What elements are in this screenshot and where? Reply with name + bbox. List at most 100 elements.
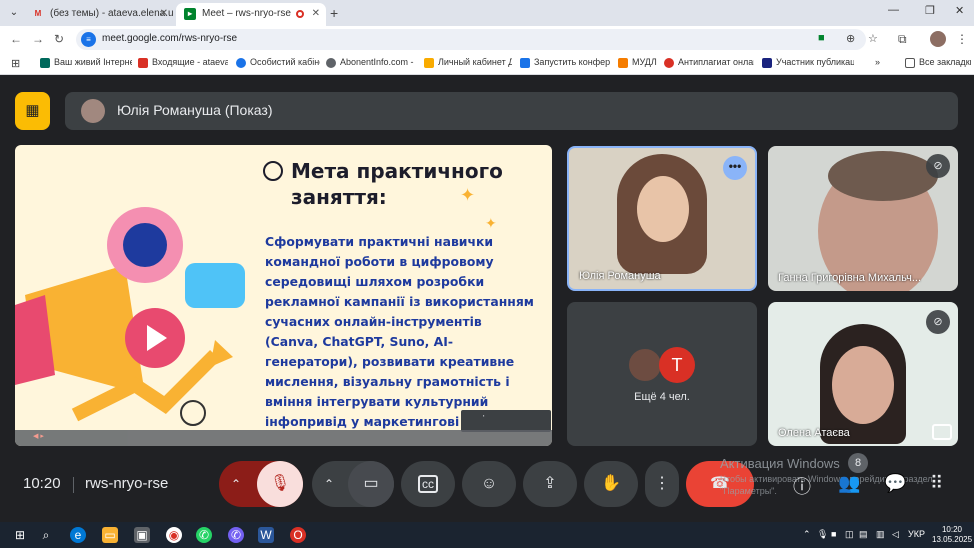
tab-strip: ⌄ M (без темы) - ataeva.elena.uipac ✕ ▸ … [0,0,974,26]
bookmark-label: Запустить конфере... [534,57,610,67]
slide-title-text: Мета практичного заняття: [291,159,503,209]
close-icon[interactable]: ✕ [312,8,320,19]
reactions-button[interactable]: ☺ [462,461,516,507]
browser-menu-icon[interactable]: ⋮ [956,32,968,46]
chevron-up-icon[interactable]: ⌃ [231,461,241,507]
participant-tile[interactable]: ⊘ Олена Атаєва [768,302,958,446]
people-icon[interactable]: 👥 [838,473,860,494]
activities-icon[interactable]: ⠿ [930,473,943,494]
mic-off-icon: 🎙 [269,475,291,492]
close-icon[interactable]: ✕ [160,8,168,19]
participant-name: Олена Атаєва [778,427,850,439]
whatsapp-icon[interactable]: ✆ [196,527,212,543]
more-bookmarks-icon[interactable]: » [875,57,885,71]
extensions-icon[interactable]: ⧉ [898,32,907,47]
more-participants-tile[interactable]: Т Ещё 4 чел. [567,302,757,446]
bookmark-item[interactable]: Особистий кабінет [236,57,320,71]
info-icon[interactable]: ⓘ [793,473,811,499]
windows-activation-title: Активация Windows [720,456,840,471]
chrome-icon[interactable]: ◉ [166,527,182,543]
bookmark-item[interactable]: Участник публикац... [762,57,854,71]
participant-hair [828,151,938,201]
forward-icon[interactable]: → [32,32,44,46]
bookmark-item[interactable]: Входящие - ataeva... [138,57,228,71]
tray-app-icon[interactable]: ■ [831,529,836,539]
present-screen-icon: ⇪ [543,475,557,492]
store-icon[interactable]: ▣ [134,527,150,543]
tab-gmail-label: (без темы) - ataeva.elena.uipac [50,8,174,19]
window-close-icon[interactable]: ✕ [955,4,964,17]
bookmark-item[interactable]: Запустить конфере... [520,57,610,71]
participant-tile[interactable]: ⊘ Ганна Григорівна Михальч... [768,146,958,291]
profile-avatar[interactable] [930,31,946,47]
avatar [81,99,105,123]
present-button[interactable]: ⇪ [523,461,577,507]
meet-camera-icon[interactable]: ■ [818,32,825,44]
bookmark-label: Личный кабинет Д... [438,57,512,67]
tray-app-icon[interactable]: ◫ [845,529,854,540]
network-icon[interactable]: ▥ [876,529,885,540]
zoom-icon[interactable]: ⊕ [846,32,855,45]
bookmark-item[interactable]: Личный кабинет Д... [424,57,512,71]
word-icon[interactable]: W [258,527,274,543]
picture-in-picture-icon[interactable] [932,424,952,440]
tray-mic-icon[interactable]: 🎙 [817,529,828,540]
volume-icon[interactable]: ◁ [892,529,899,540]
tray-app-icon[interactable]: ▤ [859,529,868,540]
tray-chevron-icon[interactable]: ⌃ [803,529,811,540]
bookmark-item[interactable]: AbonentInfo.com -... [326,57,414,71]
more-options-button[interactable]: ⋮ [645,461,679,507]
bookmark-label: Ваш живий Інтерне... [54,57,132,67]
viber-icon[interactable]: ✆ [228,527,244,543]
bookmark-star-icon[interactable]: ☆ [868,32,878,45]
people-count-badge: 8 [848,453,868,473]
participant-face [832,346,894,424]
presenter-name: Юлія Романуша (Показ) [117,102,273,118]
participant-name: Ганна Григорівна Михальч... [778,272,922,284]
stop-presenting-button[interactable]: ▦ [15,92,50,130]
search-icon[interactable]: ⌕ [38,527,54,543]
self-view-thumbnail[interactable]: ▪ [461,410,551,432]
camera-button[interactable]: ▭ [348,461,394,507]
tab-meet-label: Meet – rws-nryo-rse [202,8,291,19]
bookmark-label: Антиплагиат онлай... [678,57,754,67]
minimize-icon[interactable]: — [888,4,899,16]
maximize-icon[interactable]: ❐ [925,4,935,17]
chat-icon[interactable]: 💬 [884,473,906,494]
taskbar-clock[interactable]: 10:20 13.05.2025 [932,525,972,545]
address-bar[interactable]: ≡ meet.google.com/rws-nryo-rse ■ ⊕ ☆ [76,29,878,50]
more-options-icon[interactable]: ••• [723,156,747,180]
all-bookmarks[interactable]: Все закладки [905,57,971,71]
tab-meet[interactable]: ▸ Meet – rws-nryo-rse ✕ [176,3,326,26]
clock-time: 10:20 [941,525,963,534]
avatar [627,347,663,383]
new-tab-icon[interactable]: + [330,5,338,21]
slide-toolbar-arrow-icon[interactable]: ◀ ▸ [33,432,44,440]
participant-tile[interactable]: ••• Юлія Романуша [567,146,757,291]
presenter-bar: Юлія Романуша (Показ) [65,92,958,130]
apps-icon[interactable]: ⊞ [11,57,20,70]
site-info-icon[interactable]: ≡ [81,32,96,47]
file-explorer-icon[interactable]: ▭ [102,527,118,543]
bookmark-item[interactable]: Антиплагиат онлай... [664,57,754,71]
bookmark-item[interactable]: МУДЛ [618,57,660,71]
hand-icon: ✋ [601,475,621,492]
microphone-button[interactable]: 🎙 [257,461,303,507]
address-toolbar: ← → ↻ ≡ meet.google.com/rws-nryo-rse ■ ⊕… [0,26,974,53]
bookmark-item[interactable]: Ваш живий Інтерне... [40,57,132,71]
back-icon[interactable]: ← [10,32,22,46]
captions-button[interactable]: cc [401,461,455,507]
reload-icon[interactable]: ↻ [54,32,64,46]
chevron-up-icon[interactable]: ⌃ [324,461,334,507]
tab-search-icon[interactable]: ⌄ [6,5,22,21]
opera-icon[interactable]: O [290,527,306,543]
raise-hand-button[interactable]: ✋ [584,461,638,507]
keyboard-language[interactable]: УКР [908,529,925,539]
participant-name: Юлія Романуша [579,270,661,282]
tab-gmail[interactable]: M (без темы) - ataeva.elena.uipac ✕ [24,3,174,26]
bookmark-label: Участник публикац... [776,57,854,67]
sparkle-icon: ✦ [485,215,497,231]
edge-icon[interactable]: e [70,527,86,543]
mic-off-icon: ⊘ [926,310,950,334]
windows-start-icon[interactable]: ⊞ [12,527,28,543]
